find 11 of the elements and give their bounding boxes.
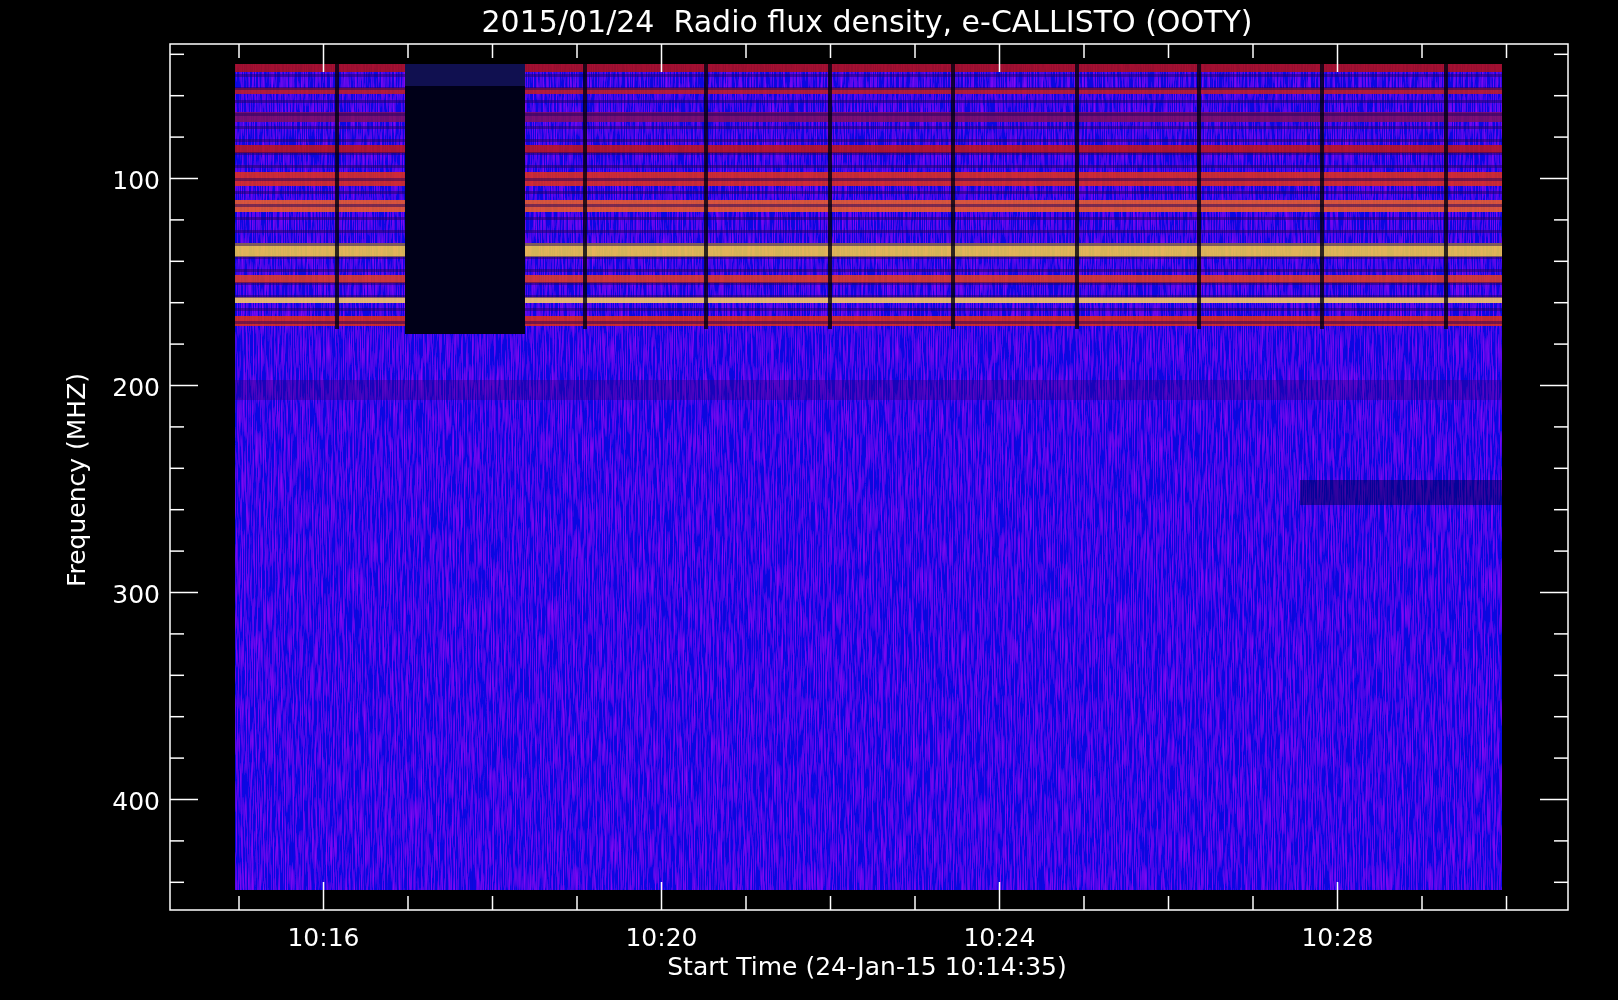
tick-label: 10:24 [963, 923, 1036, 952]
chart-title: 2015/01/24 Radio flux density, e-CALLISTO (OOTY) [481, 4, 1253, 39]
tick-label: 400 [112, 786, 160, 816]
axis-title: Frequency (MHZ) [62, 372, 91, 588]
tick-label: 100 [112, 165, 160, 195]
axis-title: Start Time (24-Jan-15 10:14:35) [667, 952, 1067, 981]
tick-label: 300 [112, 579, 160, 609]
tick-label: 10:20 [625, 923, 698, 952]
tick-label: 10:28 [1301, 923, 1374, 952]
tick-label: 200 [112, 372, 160, 402]
tick-label: 10:16 [287, 923, 360, 952]
